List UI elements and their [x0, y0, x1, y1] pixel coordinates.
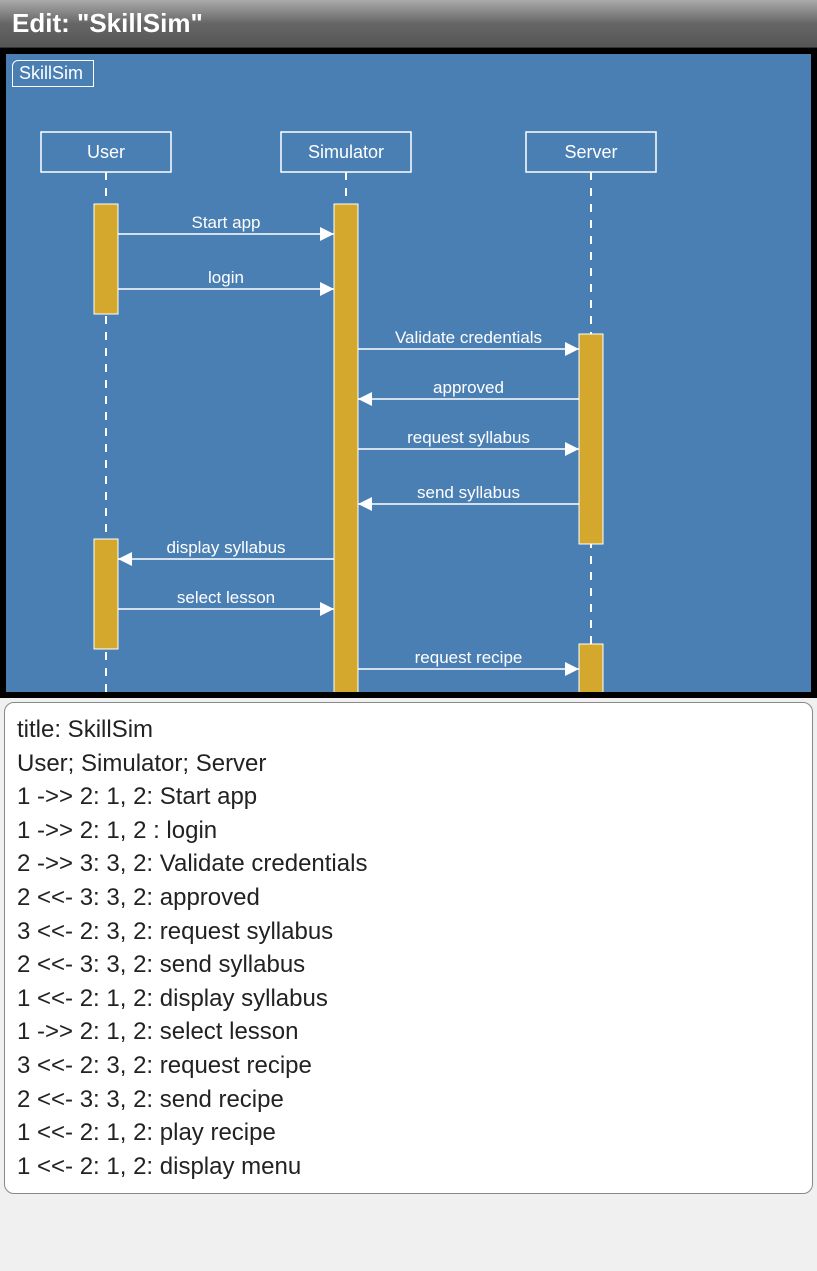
svg-text:Server: Server	[564, 142, 617, 162]
svg-text:request syllabus: request syllabus	[407, 428, 530, 447]
diagram-tab: SkillSim	[12, 60, 94, 87]
svg-text:Simulator: Simulator	[308, 142, 384, 162]
sequence-diagram: User Simulator Server Start app login Validat…	[6, 54, 811, 692]
diagram-panel[interactable]: SkillSim User Simulator Server Start app log…	[0, 48, 817, 698]
svg-text:request recipe: request recipe	[415, 648, 523, 667]
window-titlebar: Edit: "SkillSim"	[0, 0, 817, 48]
svg-text:login: login	[208, 268, 244, 287]
svg-text:Validate credentials: Validate credentials	[395, 328, 542, 347]
code-editor[interactable]: title: SkillSim User; Simulator; Server …	[4, 702, 813, 1194]
svg-text:User: User	[87, 142, 125, 162]
svg-text:approved: approved	[433, 378, 504, 397]
svg-text:select lesson: select lesson	[177, 588, 275, 607]
code-text[interactable]: title: SkillSim User; Simulator; Server …	[17, 716, 367, 1180]
svg-text:display syllabus: display syllabus	[166, 538, 285, 557]
diagram-tab-label: SkillSim	[19, 63, 83, 83]
svg-text:Start app: Start app	[192, 213, 261, 232]
window-title: Edit: "SkillSim"	[12, 8, 203, 38]
svg-text:send syllabus: send syllabus	[417, 483, 520, 502]
